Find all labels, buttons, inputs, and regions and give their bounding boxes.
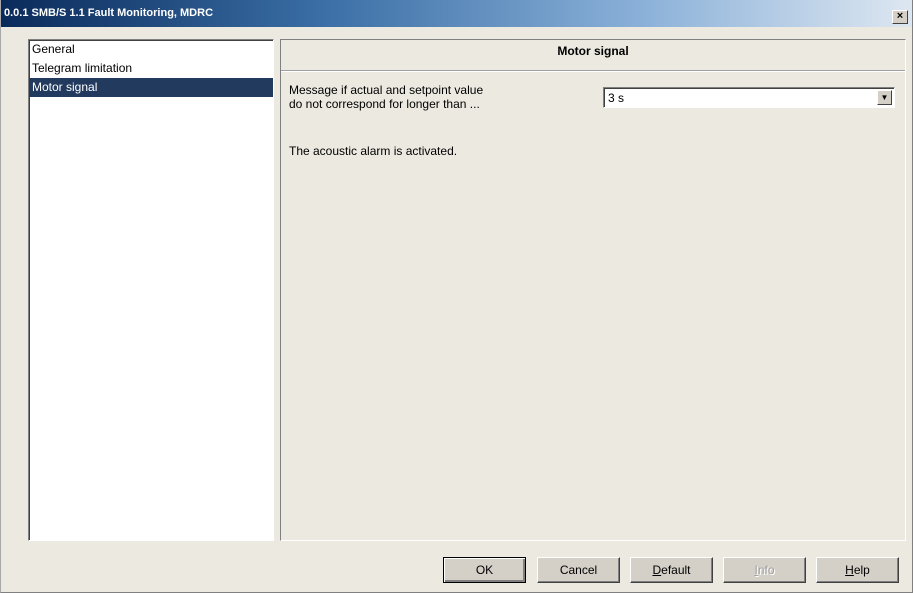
ok-button-label: OK [475,563,494,577]
help-button[interactable]: Help [816,557,899,583]
default-button[interactable]: Default [630,557,713,583]
info-button[interactable]: Info [723,557,806,583]
chevron-down-icon: ▼ [880,93,889,102]
ok-button[interactable]: OK [443,557,526,583]
window-title: 0.0.1 SMB/S 1.1 Fault Monitoring, MDRC [4,7,214,19]
panel-divider [281,70,905,72]
parameter-label-line-1: Message if actual and setpoint value [289,83,484,97]
select-value: 3 s [608,91,625,105]
tree-item-general[interactable]: General [29,40,273,59]
dialog-body: General Telegram limitation Motor signal… [1,27,912,592]
cancel-button-label: Cancel [559,563,598,577]
info-button-label: nfo [757,563,775,577]
delay-select[interactable]: 3 s ▼ [603,87,895,108]
close-icon: × [896,10,904,22]
help-button-mnemonic: H [845,563,854,577]
default-button-label: efault [661,563,691,577]
parameter-tree: General Telegram limitation Motor signal [28,39,274,541]
dropdown-button[interactable]: ▼ [877,90,892,105]
tree-item-motor-signal[interactable]: Motor signal [29,78,273,97]
info-text: The acoustic alarm is activated. [289,144,458,158]
panel-title: Motor signal [557,44,629,58]
title-bar: 0.0.1 SMB/S 1.1 Fault Monitoring, MDRC × [1,0,912,27]
help-button-label: elp [853,563,870,577]
dialog-window: 0.0.1 SMB/S 1.1 Fault Monitoring, MDRC ×… [0,0,913,593]
tree-item-label: General [32,42,75,56]
cancel-button[interactable]: Cancel [537,557,620,583]
close-button[interactable]: × [892,10,908,24]
default-button-mnemonic: D [652,563,662,577]
tree-item-label: Telegram limitation [32,61,133,75]
parameter-label: Message if actual and setpoint value do … [289,83,589,111]
tree-item-label: Motor signal [32,80,98,94]
parameter-label-line-2: do not correspond for longer than ... [289,97,480,111]
parameter-panel: Motor signal Message if actual and setpo… [280,39,906,541]
tree-item-telegram-limitation[interactable]: Telegram limitation [29,59,273,78]
